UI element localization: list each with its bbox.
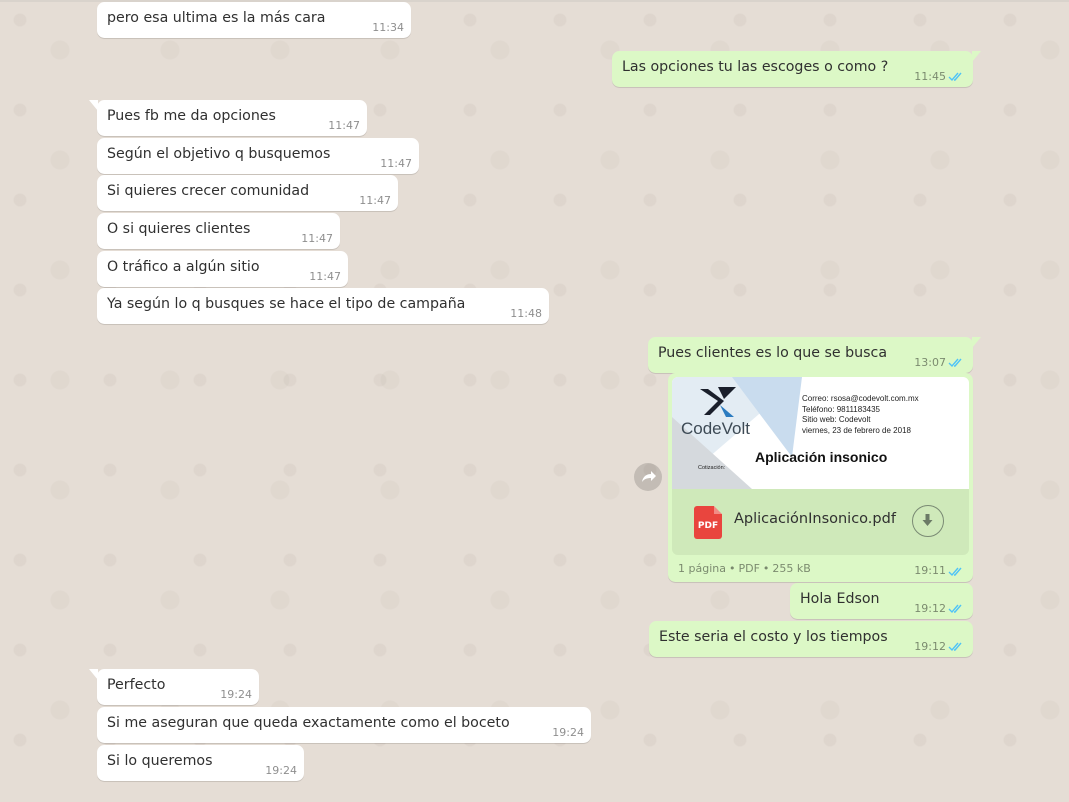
message-text: Si quieres crecer comunidad xyxy=(107,183,310,199)
pdf-badge-text: PDF xyxy=(697,521,719,531)
document-size: 255 kB xyxy=(772,562,811,575)
preview-title: Aplicación insonico xyxy=(755,449,888,465)
message-time: 11:45 xyxy=(914,70,946,83)
document-file-row[interactable]: PDF AplicaciónInsonico.pdf xyxy=(672,489,969,555)
message-text: Este seria el costo y los tiempos xyxy=(659,629,888,645)
bubble-tail xyxy=(89,100,98,111)
preview-email: Correo: rsosa@codevolt.com.mx xyxy=(802,394,919,403)
message-incoming[interactable]: Pues fb me da opciones 11:47 xyxy=(89,100,367,136)
message-outgoing[interactable]: Las opciones tu las escoges o como ? 11:… xyxy=(612,51,981,87)
download-button[interactable] xyxy=(912,505,944,537)
message-text: Según el objetivo q busquemos xyxy=(107,146,331,162)
bubble-tail xyxy=(972,51,981,62)
document-pages: 1 página xyxy=(678,562,726,575)
message-time: 13:07 xyxy=(914,356,946,369)
message-text: Si me aseguran que queda exactamente com… xyxy=(107,715,510,731)
message-time: 19:24 xyxy=(220,688,252,701)
message-incoming[interactable]: O si quieres clientes 11:47 xyxy=(97,213,340,249)
message-text: O tráfico a algún sitio xyxy=(107,259,260,275)
bubble-tail xyxy=(89,669,98,680)
message-time: 11:47 xyxy=(309,270,341,283)
message-incoming[interactable]: Si me aseguran que queda exactamente com… xyxy=(97,707,591,743)
meta-separator: • xyxy=(728,562,736,575)
message-outgoing[interactable]: Pues clientes es lo que se busca 13:07 xyxy=(648,337,981,373)
message-text: Ya según lo q busques se hace el tipo de… xyxy=(107,296,466,312)
message-outgoing[interactable]: Hola Edson 19:12 xyxy=(790,583,973,619)
double-check-icon xyxy=(948,72,962,82)
message-time: 11:47 xyxy=(301,232,333,245)
message-time: 11:48 xyxy=(510,307,542,320)
preview-brand: CodeVolt xyxy=(681,419,750,438)
preview-label: Cotización: xyxy=(698,465,726,471)
message-text: Pues fb me da opciones xyxy=(107,108,276,124)
codevolt-logo xyxy=(700,387,736,417)
message-text: Hola Edson xyxy=(800,591,880,607)
message-incoming[interactable]: Perfecto 19:24 xyxy=(89,669,259,705)
message-time: 11:34 xyxy=(372,21,404,34)
message-incoming[interactable]: pero esa ultima es la más cara 11:34 xyxy=(97,2,411,38)
document-file-name: AplicaciónInsonico.pdf xyxy=(734,511,896,527)
message-time: 11:47 xyxy=(328,119,360,132)
document-meta: 1 página • PDF • 255 kB xyxy=(678,562,811,575)
message-time: 11:47 xyxy=(380,157,412,170)
preview-date: viernes, 23 de febrero de 2018 xyxy=(802,425,911,435)
forward-arrow-icon xyxy=(642,471,656,482)
preview-website: Sitio web: Codevolt xyxy=(802,415,871,424)
message-time: 11:47 xyxy=(359,194,391,207)
double-check-icon xyxy=(948,604,962,614)
message-time: 19:12 xyxy=(914,602,946,615)
forward-button[interactable] xyxy=(634,463,662,491)
message-text: Las opciones tu las escoges o como ? xyxy=(622,59,889,75)
bubble-tail xyxy=(972,337,981,348)
message-outgoing[interactable]: Este seria el costo y los tiempos 19:12 xyxy=(649,621,973,657)
message-text: Si lo queremos xyxy=(107,753,213,769)
pdf-file-icon: PDF xyxy=(694,506,722,539)
message-incoming[interactable]: Si lo queremos 19:24 xyxy=(97,745,304,781)
message-text: O si quieres clientes xyxy=(107,221,251,237)
message-time: 19:11 xyxy=(914,564,946,577)
message-text: Perfecto xyxy=(107,677,166,693)
message-time: 19:24 xyxy=(265,764,297,777)
document-message[interactable]: CodeVolt Correo: rsosa@codevolt.com.mx T… xyxy=(668,373,973,582)
message-incoming[interactable]: O tráfico a algún sitio 11:47 xyxy=(97,251,348,287)
double-check-icon xyxy=(948,358,962,368)
message-time: 19:12 xyxy=(914,640,946,653)
message-text: Pues clientes es lo que se busca xyxy=(658,345,888,361)
message-incoming[interactable]: Si quieres crecer comunidad 11:47 xyxy=(97,175,398,211)
message-incoming[interactable]: Ya según lo q busques se hace el tipo de… xyxy=(97,288,549,324)
message-incoming[interactable]: Según el objetivo q busquemos 11:47 xyxy=(97,138,419,174)
double-check-icon xyxy=(948,642,962,652)
double-check-icon xyxy=(948,567,962,577)
message-text: pero esa ultima es la más cara xyxy=(107,10,326,26)
document-type: PDF xyxy=(738,562,760,575)
meta-separator: • xyxy=(762,562,770,575)
chat-panel: pero esa ultima es la más cara 11:34 Las… xyxy=(0,0,1069,802)
message-time: 19:24 xyxy=(552,726,584,739)
preview-phone: Teléfono: 9811183435 xyxy=(802,404,880,414)
download-arrow-icon xyxy=(922,514,933,526)
preview-contact-info: Correo: rsosa@codevolt.com.mx Teléfono: … xyxy=(802,394,919,436)
document-preview[interactable]: CodeVolt Correo: rsosa@codevolt.com.mx T… xyxy=(672,377,969,489)
